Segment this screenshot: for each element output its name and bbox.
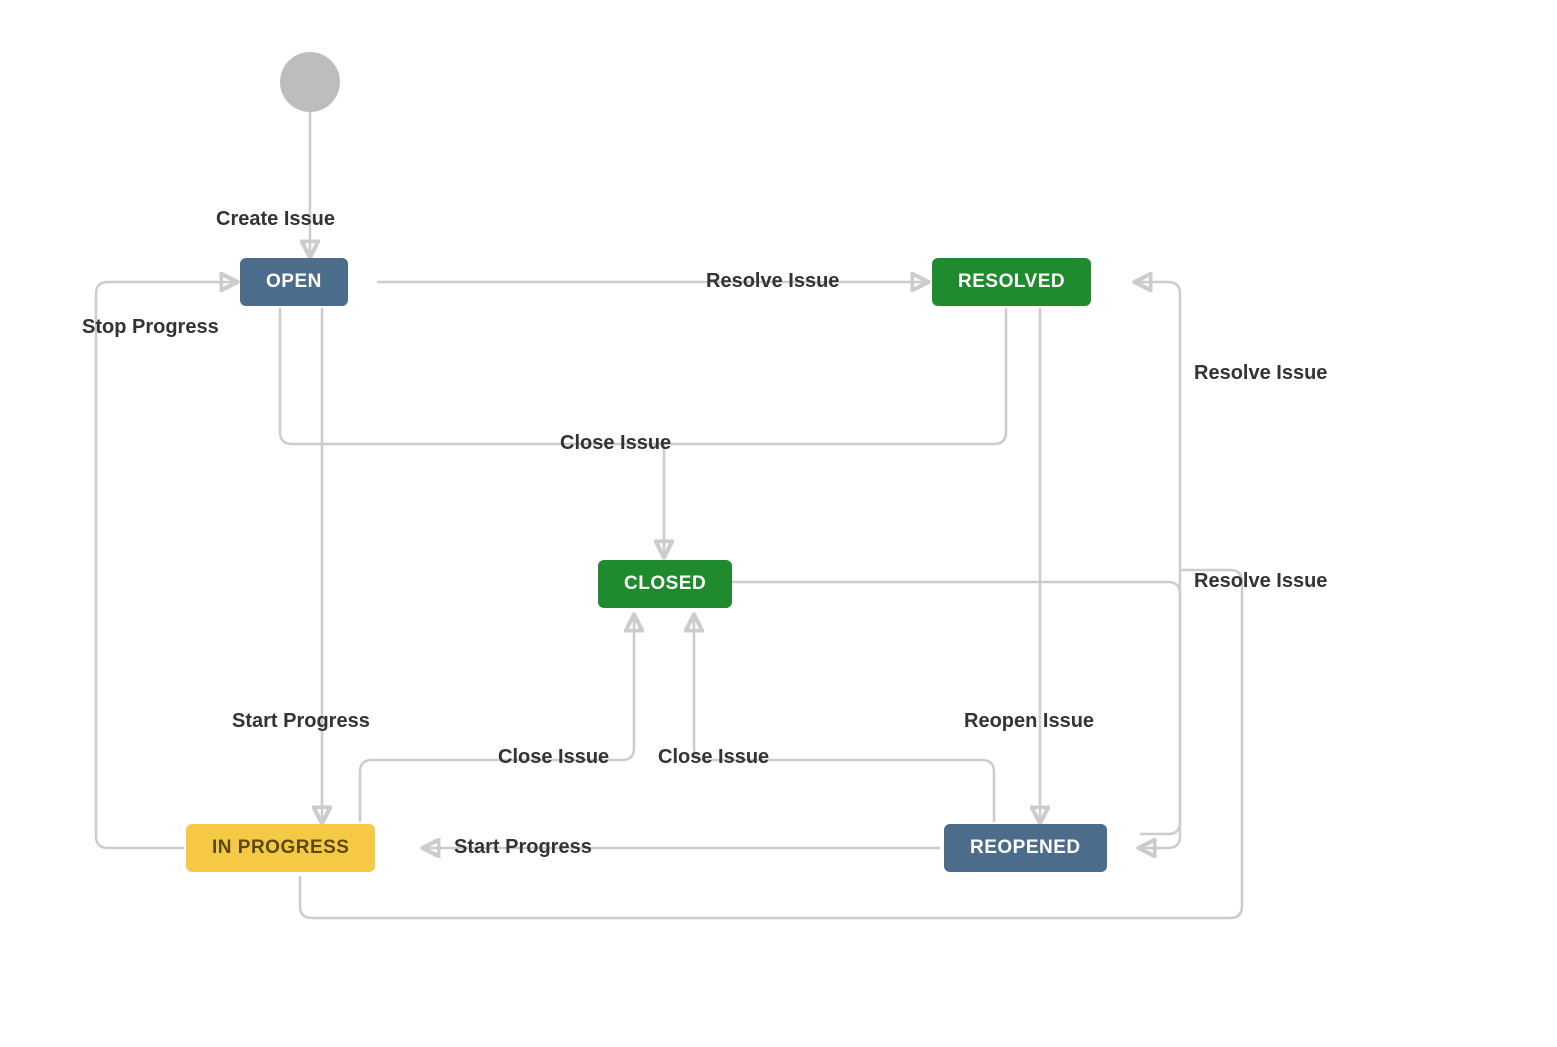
edge-start-progress-vertical: Start Progress xyxy=(232,710,370,733)
state-closed-label: CLOSED xyxy=(624,573,706,594)
state-closed: CLOSED xyxy=(598,560,732,608)
state-open-label: OPEN xyxy=(266,271,322,292)
edge-reopen-issue: Reopen Issue xyxy=(964,710,1094,733)
state-in-progress-label: IN PROGRESS xyxy=(212,837,349,858)
state-resolved-label: RESOLVED xyxy=(958,271,1065,292)
edge-stop-progress: Stop Progress xyxy=(82,316,219,339)
edge-start-progress-horizontal: Start Progress xyxy=(454,836,592,859)
state-reopened: REOPENED xyxy=(944,824,1107,872)
state-open: OPEN xyxy=(240,258,348,306)
workflow-diagram: OPEN RESOLVED CLOSED IN PROGRESS REOPENE… xyxy=(0,0,1557,1047)
state-in-progress: IN PROGRESS xyxy=(186,824,375,872)
state-reopened-label: REOPENED xyxy=(970,837,1081,858)
edge-close-issue-right: Close Issue xyxy=(658,746,769,769)
edge-resolve-issue-open-resolved: Resolve Issue xyxy=(706,270,839,293)
edge-close-issue-top: Close Issue xyxy=(560,432,671,455)
edge-resolve-issue-right-top: Resolve Issue xyxy=(1194,362,1327,385)
edge-close-issue-left: Close Issue xyxy=(498,746,609,769)
edges-layer xyxy=(0,0,1557,1047)
state-resolved: RESOLVED xyxy=(932,258,1091,306)
start-node xyxy=(280,52,340,112)
edge-resolve-issue-right-mid: Resolve Issue xyxy=(1194,570,1327,593)
edge-create-issue: Create Issue xyxy=(216,208,335,231)
